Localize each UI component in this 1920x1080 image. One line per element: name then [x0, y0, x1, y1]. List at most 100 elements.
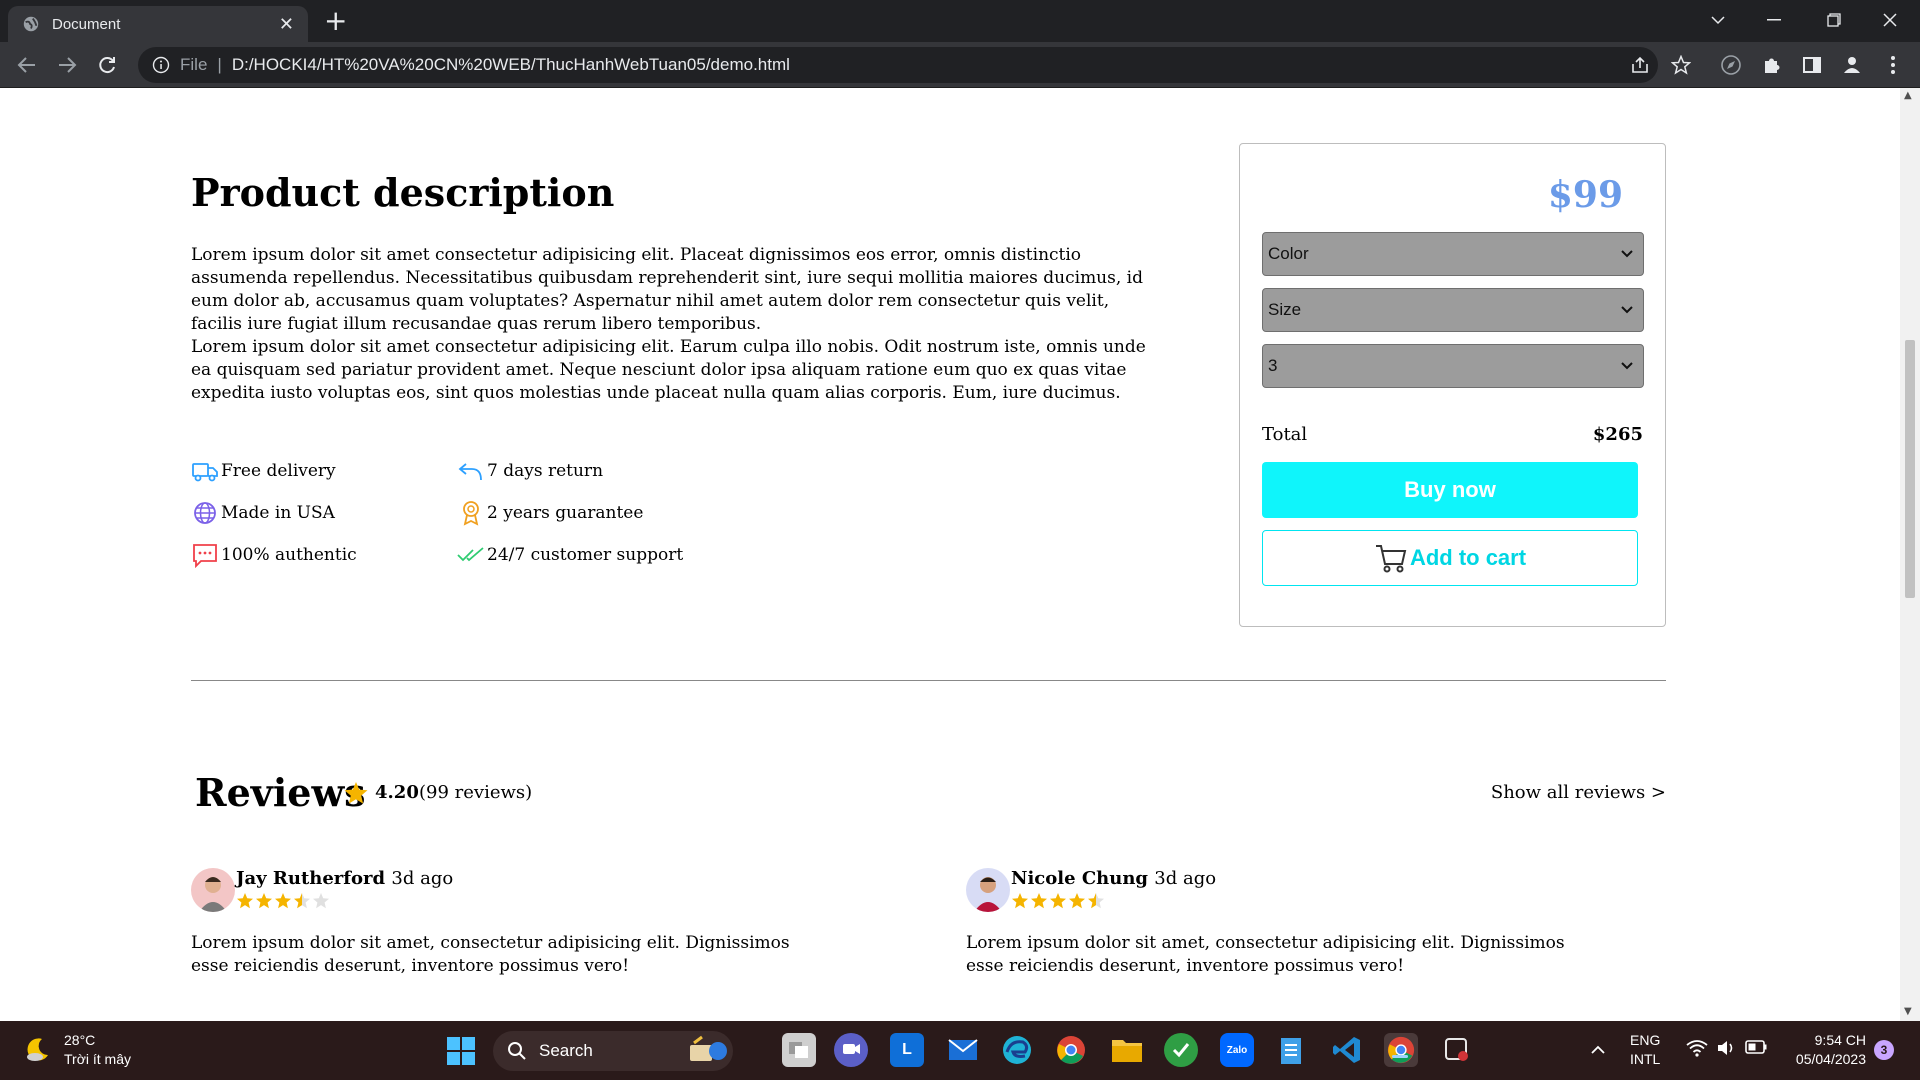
language-indicator[interactable]: ENG INTL [1630, 1031, 1660, 1069]
windows-start-icon[interactable] [446, 1036, 476, 1066]
keyboard-layout: INTL [1630, 1051, 1661, 1067]
notification-badge[interactable]: 3 [1874, 1040, 1894, 1060]
zalo-icon[interactable]: Zalo [1220, 1033, 1254, 1067]
tab-close-icon[interactable]: ✕ [279, 14, 294, 35]
star-icon [344, 782, 368, 804]
quantity-select[interactable]: 3 [1262, 344, 1644, 388]
tab-title: Document [52, 15, 121, 33]
address-bar[interactable]: File | D:/HOCKI4/HT%20VA%20CN%20WEB/Thuc… [138, 47, 1658, 83]
compass-extension-icon[interactable] [1718, 52, 1744, 78]
feature-days-return: 7 days return [457, 458, 603, 484]
show-all-reviews-link[interactable]: Show all reviews > [1491, 782, 1666, 803]
color-select-value: Color [1268, 244, 1309, 263]
wifi-icon[interactable] [1686, 1039, 1708, 1062]
avatar [966, 868, 1010, 912]
color-select[interactable]: Color [1262, 232, 1644, 276]
add-to-cart-button[interactable]: Add to cart [1262, 530, 1638, 586]
teams-chat-icon[interactable] [834, 1033, 868, 1067]
clock[interactable]: 9:54 CH 05/04/2023 [1782, 1031, 1866, 1069]
star-icon [256, 893, 272, 909]
total-label: Total [1262, 424, 1308, 445]
task-view-icon[interactable] [782, 1033, 816, 1067]
reviewer-name-text: Nicole Chung [1011, 868, 1148, 889]
language-code: ENG [1630, 1032, 1661, 1048]
page-scrollbar[interactable]: ▲ ▼ [1900, 88, 1920, 1021]
restore-icon[interactable] [1806, 0, 1862, 40]
tab-search-chevron-icon[interactable] [1690, 0, 1746, 40]
url-separator: | [217, 55, 222, 74]
bookmark-star-icon[interactable] [1668, 52, 1694, 78]
feature-label: 7 days return [487, 461, 604, 481]
windows-taskbar: 28°C Trời ít mây Search L Zalo ENG INTL … [0, 1021, 1920, 1080]
file-explorer-icon[interactable] [1110, 1033, 1144, 1067]
edge-icon[interactable] [1000, 1033, 1034, 1067]
chrome-active-icon[interactable] [1384, 1033, 1418, 1067]
browser-toolbar: File | D:/HOCKI4/HT%20VA%20CN%20WEB/Thuc… [0, 42, 1920, 88]
date: 05/04/2023 [1795, 1051, 1866, 1067]
review-time: 3d ago [391, 868, 454, 889]
minimize-icon[interactable] [1746, 0, 1802, 40]
average-rating: 4.20 [375, 782, 419, 803]
review-time: 3d ago [1154, 868, 1217, 889]
globe-icon [23, 16, 39, 32]
forward-icon[interactable] [52, 50, 82, 80]
reload-icon[interactable] [92, 50, 122, 80]
profile-icon[interactable] [1839, 52, 1865, 78]
award-icon [463, 501, 479, 526]
section-divider [191, 680, 1666, 681]
quantity-select-value: 3 [1268, 356, 1278, 375]
star-icon [1050, 893, 1066, 909]
truck-icon [192, 463, 218, 482]
total-value: $265 [1592, 424, 1643, 445]
feature-guarantee: 2 years guarantee [457, 500, 643, 526]
half-star-icon [294, 893, 310, 909]
scroll-down-icon[interactable]: ▼ [1904, 1006, 1912, 1017]
product-price: $99 [1547, 174, 1623, 216]
notepad-icon[interactable] [1274, 1033, 1308, 1067]
star-icon [237, 893, 253, 909]
share-icon[interactable] [1627, 52, 1653, 78]
feature-support: 24/7 customer support [457, 542, 683, 568]
url-text[interactable]: D:/HOCKI4/HT%20VA%20CN%20WEB/ThucHanhWeb… [232, 55, 790, 75]
review-text: Lorem ipsum dolor sit amet, consectetur … [191, 933, 790, 976]
order-panel: $99 Color Size 3 Total $265 Buy now Add … [1239, 143, 1666, 627]
time: 9:54 CH [1814, 1032, 1866, 1048]
scroll-thumb[interactable] [1905, 340, 1915, 598]
search-highlight-icon [690, 1035, 727, 1061]
mail-icon[interactable] [946, 1033, 980, 1067]
cart-icon [1375, 545, 1407, 573]
vscode-icon[interactable] [1330, 1033, 1364, 1067]
temperature: 28°C [64, 1032, 96, 1048]
weather-widget[interactable]: 28°C Trời ít mây [22, 1031, 131, 1069]
browser-tab[interactable]: Document ✕ [8, 6, 308, 42]
half-star-icon [1088, 893, 1104, 909]
back-icon[interactable] [12, 50, 42, 80]
browser-tab-bar: Document ✕ + [0, 0, 1920, 42]
size-select[interactable]: Size [1262, 288, 1644, 332]
new-tab-button[interactable]: + [324, 6, 347, 36]
extensions-puzzle-icon[interactable] [1759, 52, 1785, 78]
buy-now-button[interactable]: Buy now [1262, 462, 1638, 518]
chrome-icon[interactable] [1054, 1033, 1088, 1067]
taskbar-search[interactable]: Search [493, 1031, 733, 1071]
show-hidden-icons-icon[interactable] [1590, 1041, 1606, 1060]
snipping-tool-icon[interactable] [1440, 1033, 1474, 1067]
menu-kebab-icon[interactable] [1880, 52, 1906, 78]
chevron-down-icon [1621, 250, 1633, 258]
check-app-icon[interactable] [1164, 1033, 1198, 1067]
scroll-up-icon[interactable]: ▲ [1904, 90, 1912, 101]
reviewer-name: Nicole Chung 3d ago [1011, 868, 1216, 889]
info-icon[interactable] [152, 56, 170, 74]
close-window-icon[interactable] [1862, 0, 1918, 40]
volume-icon[interactable] [1716, 1039, 1736, 1062]
weather-condition: Trời ít mây [64, 1051, 131, 1067]
side-panel-icon[interactable] [1799, 52, 1825, 78]
battery-icon[interactable] [1745, 1040, 1767, 1059]
product-description-title: Product description [191, 170, 615, 215]
search-label: Search [539, 1041, 593, 1060]
description-paragraph: Lorem ipsum dolor sit amet consectetur a… [191, 245, 1143, 334]
url-scheme-label: File [180, 55, 208, 74]
l-app-icon[interactable]: L [890, 1033, 924, 1067]
active-app-indicator [1392, 1055, 1408, 1058]
feature-label: 24/7 customer support [487, 545, 684, 565]
